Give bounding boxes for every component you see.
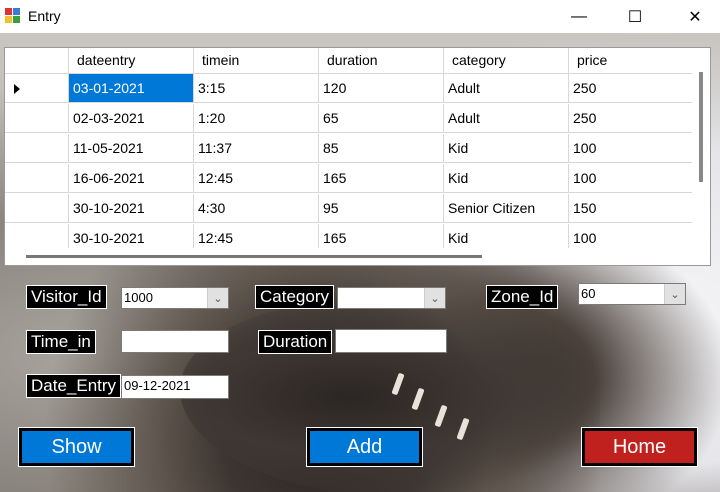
duration-label: Duration: [258, 330, 333, 354]
category-combobox[interactable]: ⌄: [337, 287, 446, 309]
grid-cell[interactable]: 85: [319, 134, 444, 163]
grid-cell[interactable]: 1:20: [194, 104, 319, 133]
grid-cell[interactable]: 11-05-2021: [69, 134, 194, 163]
grid-cell[interactable]: Adult: [444, 104, 569, 133]
grid-cell[interactable]: 4:30: [194, 194, 319, 223]
chevron-down-icon[interactable]: ⌄: [664, 284, 685, 304]
grid-cell[interactable]: Kid: [444, 164, 569, 193]
row-header[interactable]: [5, 104, 69, 133]
grid-cell[interactable]: 100: [569, 134, 694, 163]
grid-header: dateentry timein duration category price: [5, 48, 694, 74]
column-header-price[interactable]: price: [569, 48, 694, 73]
row-header[interactable]: [5, 134, 69, 163]
row-header[interactable]: [5, 194, 69, 223]
close-icon: ✕: [688, 8, 702, 26]
grid-cell[interactable]: 150: [569, 194, 694, 223]
window-title: Entry: [28, 8, 61, 24]
zone-id-label: Zone_Id: [486, 285, 559, 309]
grid-cell[interactable]: 250: [569, 74, 694, 103]
vertical-scrollbar[interactable]: [692, 47, 711, 266]
grid-cell[interactable]: 16-06-2021: [69, 164, 194, 193]
grid-cell[interactable]: 120: [319, 74, 444, 103]
duration-input[interactable]: [335, 329, 447, 353]
visitor-id-label: Visitor_Id: [26, 285, 107, 309]
column-header-category[interactable]: category: [444, 48, 569, 73]
time-in-input[interactable]: [121, 330, 229, 353]
grid-cell[interactable]: Senior Citizen: [444, 194, 569, 223]
zone-id-value: 60: [581, 286, 596, 301]
grid-cell[interactable]: 11:37: [194, 134, 319, 163]
minimize-button[interactable]: —: [556, 0, 602, 33]
close-button[interactable]: ✕: [672, 0, 718, 33]
minimize-icon: —: [571, 7, 587, 25]
maximize-button[interactable]: ☐: [612, 0, 658, 33]
grid-cell[interactable]: Kid: [444, 134, 569, 163]
visitor-id-combobox[interactable]: 1000 ⌄: [121, 287, 229, 309]
form-client-area: dateentry timein duration category price…: [0, 33, 720, 492]
grid-cell[interactable]: 3:15: [194, 74, 319, 103]
date-entry-input[interactable]: 09-12-2021: [121, 375, 229, 399]
horizontal-scrollbar-thumb[interactable]: [26, 255, 482, 258]
show-button[interactable]: Show: [18, 427, 135, 467]
row-header[interactable]: [5, 74, 69, 103]
zone-id-combobox[interactable]: 60 ⌄: [578, 283, 686, 305]
title-bar: Entry — ☐ ✕: [0, 0, 720, 33]
add-button[interactable]: Add: [306, 427, 423, 467]
grid-cell[interactable]: 165: [319, 164, 444, 193]
grid-cell[interactable]: 12:45: [194, 164, 319, 193]
category-label: Category: [255, 285, 334, 309]
grid-cell[interactable]: 100: [569, 164, 694, 193]
grid-cell[interactable]: 65: [319, 104, 444, 133]
grid-corner-header: [5, 48, 69, 73]
chevron-down-icon[interactable]: ⌄: [424, 288, 445, 308]
date-entry-label: Date_Entry: [26, 374, 122, 398]
column-header-timein[interactable]: timein: [194, 48, 319, 73]
grid-cell[interactable]: Adult: [444, 74, 569, 103]
grid-cell[interactable]: 02-03-2021: [69, 104, 194, 133]
home-button[interactable]: Home: [581, 427, 698, 467]
grid-cell[interactable]: 03-01-2021: [69, 74, 194, 103]
grid-cell[interactable]: 95: [319, 194, 444, 223]
chevron-down-icon[interactable]: ⌄: [207, 288, 228, 308]
entries-grid[interactable]: dateentry timein duration category price…: [4, 47, 695, 266]
column-header-dateentry[interactable]: dateentry: [69, 48, 194, 73]
app-icon: [5, 8, 20, 23]
time-in-label: Time_in: [26, 330, 96, 354]
row-pointer-icon: [14, 84, 20, 94]
grid-cell[interactable]: 30-10-2021: [69, 194, 194, 223]
vertical-scrollbar-thumb[interactable]: [699, 72, 703, 182]
visitor-id-value: 1000: [124, 290, 153, 305]
column-header-duration[interactable]: duration: [319, 48, 444, 73]
grid-cell[interactable]: 250: [569, 104, 694, 133]
maximize-icon: ☐: [627, 8, 643, 26]
row-header[interactable]: [5, 164, 69, 193]
